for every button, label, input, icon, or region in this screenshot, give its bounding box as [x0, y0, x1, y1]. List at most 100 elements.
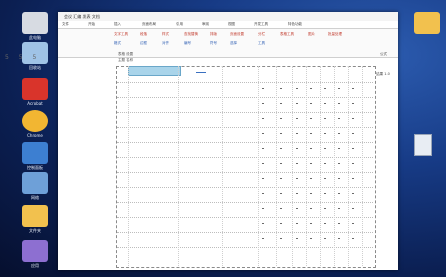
- cell-mark: [310, 88, 312, 89]
- cell-mark: [338, 103, 340, 104]
- ribbon-button[interactable]: 样式: [162, 32, 169, 37]
- cell-mark: [280, 193, 282, 194]
- desktop-label: Chrome: [27, 133, 43, 138]
- tab-insert[interactable]: 插入: [114, 21, 121, 28]
- folder-icon[interactable]: [414, 12, 440, 34]
- sheet-subheader: 主题 名称: [118, 58, 134, 62]
- desktop-label: 回收站: [29, 65, 41, 70]
- selected-cell[interactable]: [128, 66, 181, 76]
- cell-mark: [310, 118, 312, 119]
- cell-mark: [262, 238, 264, 239]
- tab-developer[interactable]: 开发工具: [254, 21, 268, 28]
- window-titlebar[interactable]: 会议 汇编 发表 文档: [58, 12, 398, 21]
- cell-mark: [296, 118, 298, 119]
- window-title: 会议 汇编 发表 文档: [64, 14, 100, 19]
- cell-mark: [324, 133, 326, 134]
- cell-mark: [280, 148, 282, 149]
- cell-mark: [338, 238, 340, 239]
- cell-mark: [280, 88, 282, 89]
- cell-mark: [262, 178, 264, 179]
- cell-mark: [310, 133, 312, 134]
- desktop-label: 应用: [31, 263, 39, 268]
- ribbon-button[interactable]: 边框: [140, 41, 147, 46]
- tab-layout[interactable]: 页面布局: [142, 21, 156, 28]
- cell-mark: [338, 88, 340, 89]
- ribbon-button[interactable]: 编号: [184, 41, 191, 46]
- ribbon-button[interactable]: 批量处理: [328, 32, 342, 37]
- cell-mark: [262, 223, 264, 224]
- cell-mark: [280, 178, 282, 179]
- ribbon-button[interactable]: 段落: [140, 32, 147, 37]
- cell-mark: [352, 193, 354, 194]
- cell-mark: [310, 178, 312, 179]
- ribbon-button[interactable]: 表格工具: [280, 32, 294, 37]
- cell-mark: [324, 208, 326, 209]
- tab-review[interactable]: 审阅: [202, 21, 209, 28]
- control-panel-icon[interactable]: [22, 142, 48, 164]
- cell-mark: [338, 148, 340, 149]
- cell-mark: [352, 103, 354, 104]
- cell-mark: [310, 163, 312, 164]
- cell-mark: [352, 178, 354, 179]
- ribbon-button[interactable]: 页面设置: [230, 32, 244, 37]
- right-label-top: 公式: [380, 52, 387, 56]
- cell-mark: [280, 103, 282, 104]
- tab-references[interactable]: 引用: [176, 21, 183, 28]
- table-col-line: [258, 66, 259, 266]
- table-col-line: [320, 66, 321, 266]
- cell-mark: [262, 103, 264, 104]
- tab-home[interactable]: 开始: [88, 21, 95, 28]
- table-col-line: [348, 66, 349, 266]
- cell-mark: [262, 88, 264, 89]
- side-panel-icon[interactable]: [414, 134, 432, 156]
- ribbon-button[interactable]: 对齐: [162, 41, 169, 46]
- tab-features[interactable]: 特色功能: [288, 21, 302, 28]
- cell-mark: [262, 118, 264, 119]
- cell-mark: [262, 163, 264, 164]
- cell-mark: [296, 193, 298, 194]
- cell-mark: [296, 133, 298, 134]
- ribbon-button[interactable]: 工具: [258, 41, 265, 46]
- ribbon-button[interactable]: 符号: [210, 41, 217, 46]
- cell-mark: [280, 223, 282, 224]
- cell-mark: [338, 193, 340, 194]
- table-col-line: [334, 66, 335, 266]
- cell-mark: [262, 148, 264, 149]
- tab-view[interactable]: 视图: [228, 21, 235, 28]
- table-col-line: [128, 66, 129, 266]
- ribbon-button[interactable]: 选择: [230, 41, 237, 46]
- cell-mark: [296, 178, 298, 179]
- cell-mark: [324, 238, 326, 239]
- acrobat-icon[interactable]: [22, 78, 48, 100]
- cell-mark: [262, 208, 264, 209]
- ribbon-button[interactable]: 查找替换: [184, 32, 198, 37]
- computer-icon[interactable]: [22, 12, 48, 34]
- cell-mark: [324, 103, 326, 104]
- desktop-label: 此电脑: [29, 35, 41, 40]
- chrome-icon[interactable]: [22, 110, 48, 132]
- ribbon-button[interactable]: 排版: [210, 32, 217, 37]
- cell-mark: [324, 88, 326, 89]
- cell-mark: [352, 238, 354, 239]
- folder-icon[interactable]: [22, 205, 48, 227]
- cell-mark: [280, 133, 282, 134]
- ribbon-button[interactable]: 文字工具: [114, 32, 128, 37]
- cell-mark: [296, 103, 298, 104]
- margin-numbers: 5 5 5: [5, 54, 41, 61]
- tab-file[interactable]: 文件: [62, 21, 69, 28]
- app-icon[interactable]: [22, 240, 48, 262]
- cell-mark: [324, 178, 326, 179]
- cell-mark: [352, 88, 354, 89]
- cell-mark: [338, 178, 340, 179]
- ribbon-button[interactable]: 分栏: [258, 32, 265, 37]
- cell-mark: [310, 208, 312, 209]
- cell-mark: [280, 238, 282, 239]
- ribbon-toolbar: 文字工具 段落 样式 查找替换 排版 页面设置 分栏 表格工具 图片 批量处理 …: [58, 29, 398, 58]
- cell-mark: [310, 193, 312, 194]
- network-icon[interactable]: [22, 172, 48, 194]
- cell-mark: [296, 88, 298, 89]
- table-col-line: [292, 66, 293, 266]
- cell-mark: [296, 238, 298, 239]
- ribbon-button[interactable]: 格式: [114, 41, 121, 46]
- ribbon-button[interactable]: 图片: [308, 32, 315, 37]
